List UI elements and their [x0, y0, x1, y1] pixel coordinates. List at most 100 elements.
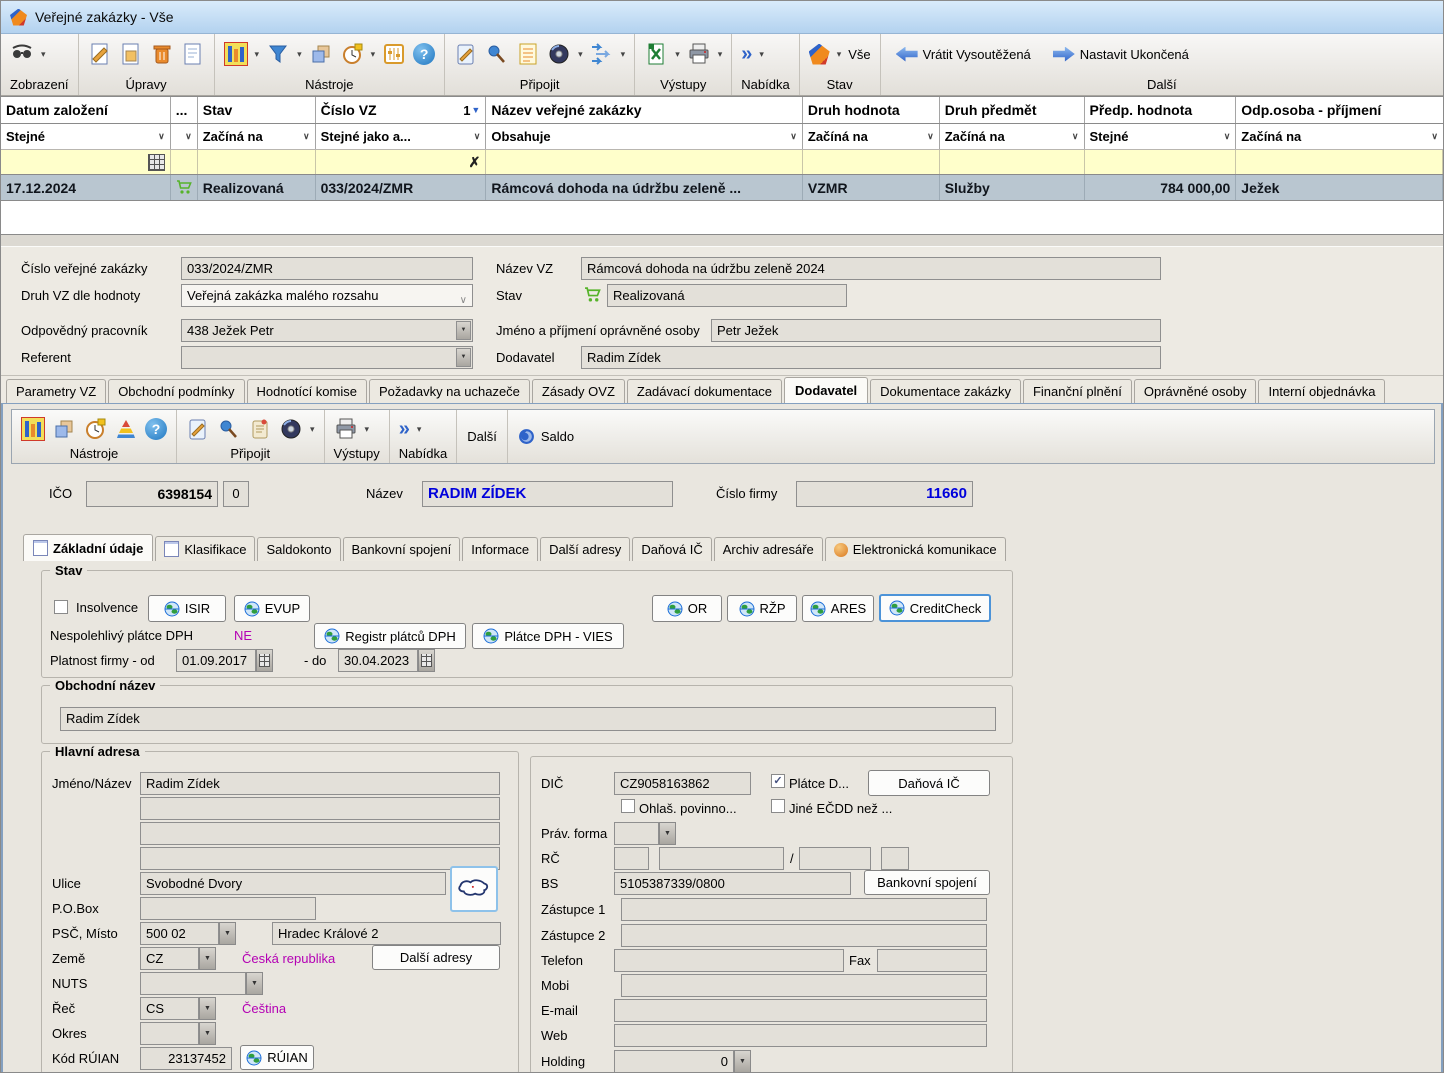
- stav-field[interactable]: Realizovaná: [607, 284, 847, 307]
- tab-interni-objednavka[interactable]: Interní objednávka: [1258, 379, 1385, 403]
- rc-field-2[interactable]: [659, 847, 784, 870]
- rc-field-3[interactable]: [799, 847, 871, 870]
- zastupce2-field[interactable]: [621, 924, 987, 947]
- vratit-vysoutezena-button[interactable]: Vrátit Vysoutěžená: [896, 47, 1031, 62]
- date-picker-icon[interactable]: [148, 154, 165, 171]
- scroll-document-icon[interactable]: [248, 417, 272, 441]
- pobox-field[interactable]: [140, 897, 316, 920]
- jine-ecdd-checkbox[interactable]: [771, 799, 785, 813]
- misto-field[interactable]: Hradec Králové 2: [272, 922, 501, 945]
- column-header[interactable]: Odp.osoba - příjmení: [1236, 97, 1443, 123]
- grid-settings-dropdown-icon[interactable]: ▾: [255, 50, 260, 59]
- nastavit-ukoncena-button[interactable]: Nastavit Ukončená: [1053, 47, 1189, 62]
- history-dropdown-icon[interactable]: ▾: [371, 50, 376, 59]
- workflow-icon[interactable]: [590, 42, 614, 66]
- status-icon[interactable]: [809, 44, 830, 65]
- column-header[interactable]: Datum založení: [1, 97, 171, 123]
- evup-button[interactable]: EVUP: [234, 595, 310, 622]
- filter-operator[interactable]: Obsahuje∨: [486, 124, 803, 149]
- ruian-button[interactable]: RÚIAN: [240, 1045, 314, 1070]
- tab-obchodni-podminky[interactable]: Obchodní podmínky: [108, 379, 244, 403]
- obchodni-nazev-field[interactable]: Radim Zídek: [60, 707, 996, 731]
- ulice-field[interactable]: Svobodné Dvory: [140, 872, 446, 895]
- firm-number-field[interactable]: 11660: [796, 481, 973, 507]
- bs-field[interactable]: 5105387339/0800: [614, 872, 851, 895]
- filter-operator[interactable]: Začíná na∨: [940, 124, 1085, 149]
- ico-field[interactable]: 6398154: [86, 481, 218, 507]
- filter-input[interactable]: ✗: [316, 150, 487, 174]
- danova-ic-button[interactable]: Daňová IČ: [868, 770, 990, 796]
- delete-record-icon[interactable]: [150, 42, 174, 66]
- tab-parametry-vz[interactable]: Parametry VZ: [6, 379, 106, 403]
- offers-icon[interactable]: »: [741, 44, 752, 64]
- subtab-zakladni-udaje[interactable]: Základní údaje: [23, 534, 153, 561]
- calendar-icon[interactable]: [418, 649, 435, 672]
- task-list-icon[interactable]: [516, 42, 540, 66]
- copy-view-icon[interactable]: [52, 417, 76, 441]
- prav-forma-field[interactable]: [614, 822, 659, 845]
- calendar-icon[interactable]: [256, 649, 273, 672]
- creditcheck-button[interactable]: CreditCheck: [879, 594, 991, 622]
- column-header[interactable]: Druh hodnota: [803, 97, 940, 123]
- adresa-jmeno-field[interactable]: Radim Zídek: [140, 772, 500, 795]
- splitter[interactable]: [1, 235, 1443, 247]
- okres-field[interactable]: [140, 1022, 199, 1045]
- subtab-informace[interactable]: Informace: [462, 537, 538, 561]
- table-row[interactable]: 17.12.2024 Realizovaná 033/2024/ZMR Rámc…: [1, 175, 1443, 200]
- offers-dropdown-icon[interactable]: ▾: [759, 50, 764, 59]
- subtab-dalsi-adresy[interactable]: Další adresy: [540, 537, 630, 561]
- ohlas-checkbox[interactable]: [621, 799, 635, 813]
- excel-export-icon[interactable]: [644, 42, 668, 66]
- filter-input[interactable]: [940, 150, 1085, 174]
- help-icon[interactable]: ?: [413, 43, 435, 65]
- platce-dph-checkbox[interactable]: ✓: [771, 774, 785, 788]
- pin-icon[interactable]: [485, 42, 509, 66]
- telefon-field[interactable]: [614, 949, 844, 972]
- saldo-button[interactable]: Saldo: [508, 410, 584, 463]
- filter-input[interactable]: [1085, 150, 1237, 174]
- tab-zasady-ovz[interactable]: Zásady OVZ: [532, 379, 625, 403]
- filter-input[interactable]: [171, 150, 198, 174]
- view-dropdown-icon[interactable]: ▾: [41, 50, 46, 59]
- filter-dropdown-icon[interactable]: ▾: [297, 50, 302, 59]
- tab-dodavatel[interactable]: Dodavatel: [784, 377, 868, 403]
- map-button[interactable]: [450, 866, 498, 912]
- column-header[interactable]: Stav: [198, 97, 316, 123]
- subtab-saldokonto[interactable]: Saldokonto: [257, 537, 340, 561]
- grid-settings-icon[interactable]: [21, 417, 45, 441]
- tab-financni-plneni[interactable]: Finanční plnění: [1023, 379, 1132, 403]
- subtab-bankovni-spojeni[interactable]: Bankovní spojení: [343, 537, 461, 561]
- dalsi-adresy-button[interactable]: Další adresy: [372, 945, 500, 970]
- ico-suffix-field[interactable]: 0: [223, 481, 249, 507]
- excel-dropdown-icon[interactable]: ▾: [675, 50, 680, 59]
- status-filter-value[interactable]: Vše: [848, 47, 870, 62]
- zastupce1-field[interactable]: [621, 898, 987, 921]
- workflow-dropdown-icon[interactable]: ▾: [621, 50, 626, 59]
- tab-pozadavky[interactable]: Požadavky na uchazeče: [369, 379, 530, 403]
- zeme-field[interactable]: CZ: [140, 947, 199, 970]
- copy-record-icon[interactable]: [181, 42, 205, 66]
- filter-input[interactable]: [198, 150, 316, 174]
- tab-dokumentace-zakazky[interactable]: Dokumentace zakázky: [870, 379, 1021, 403]
- okres-combo-icon[interactable]: ▼: [199, 1022, 216, 1045]
- nuts-combo-icon[interactable]: ▼: [246, 972, 263, 995]
- rc-field-4[interactable]: [881, 847, 909, 870]
- filter-input[interactable]: [803, 150, 940, 174]
- druh-vz-combo[interactable]: Veřejná zakázka malého rozsahu∨: [181, 284, 473, 307]
- platce-dph-vies-button[interactable]: Plátce DPH - VIES: [472, 623, 624, 649]
- filter-operator[interactable]: Začíná na∨: [803, 124, 940, 149]
- tab-zadavaci-dokumentace[interactable]: Zadávací dokumentace: [627, 379, 782, 403]
- platnost-do-field[interactable]: 30.04.2023: [338, 649, 418, 672]
- subtab-danova-ic[interactable]: Daňová IČ: [632, 537, 711, 561]
- tab-hodnotici-komise[interactable]: Hodnotící komise: [247, 379, 367, 403]
- help-icon[interactable]: ?: [145, 418, 167, 440]
- view-icon[interactable]: [10, 42, 34, 66]
- firm-name-field[interactable]: RADIM ZÍDEK: [422, 481, 673, 507]
- bankovni-spojeni-button[interactable]: Bankovní spojení: [864, 870, 990, 895]
- edit-record-icon[interactable]: [119, 42, 143, 66]
- ares-button[interactable]: ARES: [802, 595, 874, 622]
- sub-group-dalsi[interactable]: Další: [457, 410, 508, 463]
- column-header[interactable]: Název veřejné zakázky: [486, 97, 803, 123]
- history-clock-icon[interactable]: [340, 42, 364, 66]
- note-icon[interactable]: [454, 42, 478, 66]
